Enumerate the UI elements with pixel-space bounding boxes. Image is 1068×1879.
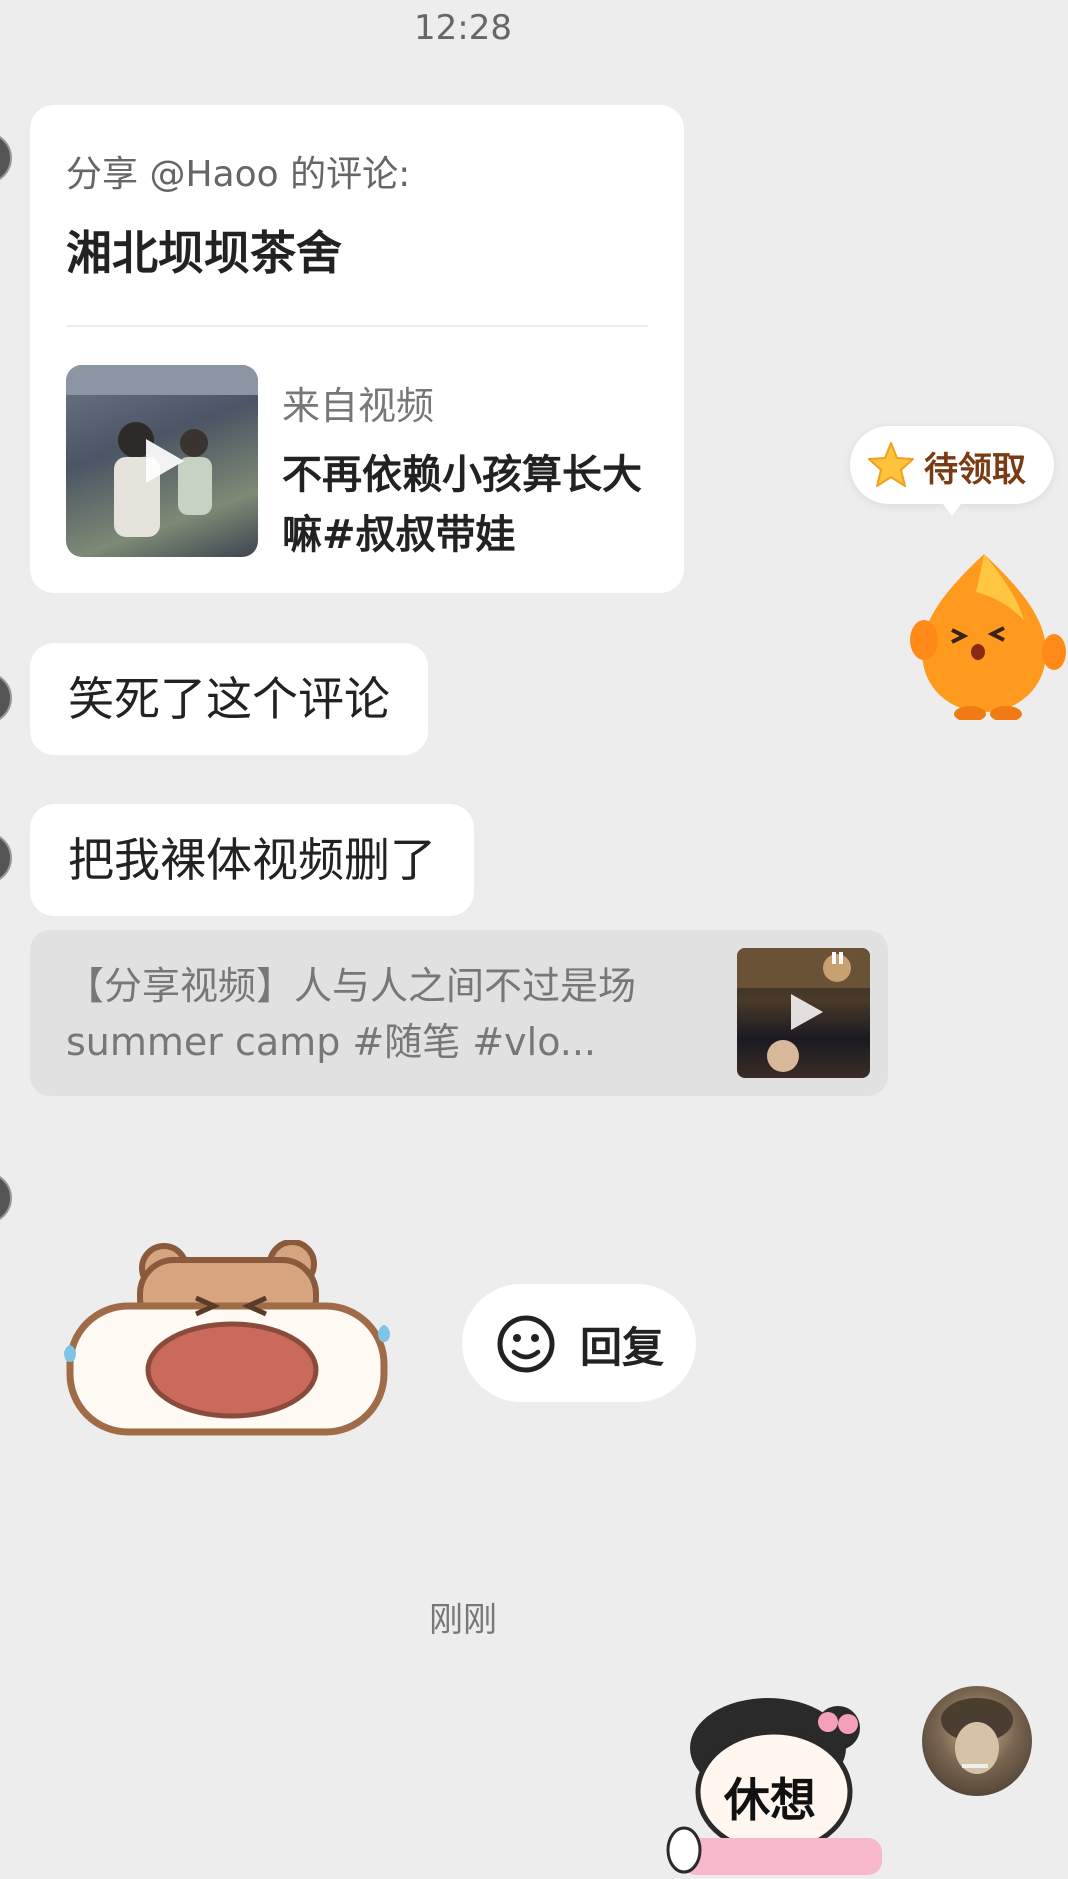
video-thumbnail[interactable] (66, 365, 258, 557)
self-avatar-art (941, 1698, 1013, 1774)
reply-button[interactable]: 回复 (462, 1284, 696, 1402)
status-time: 12:28 (414, 8, 512, 48)
orange-mascot-art (910, 554, 1066, 722)
message-bubble[interactable]: 笑死了这个评论 (30, 643, 428, 755)
crying-bear-art (64, 1239, 390, 1436)
video-source-label: 来自视频 (282, 384, 435, 428)
contact-avatar[interactable] (0, 832, 12, 884)
video-title: 不再依赖小孩算长大嘛#叔叔带娃 (282, 452, 642, 558)
share-card-title: 分享 @Haoo 的评论: (66, 154, 411, 195)
reply-label: 回复 (580, 1323, 665, 1372)
self-avatar[interactable] (922, 1686, 1032, 1796)
contact-avatar[interactable] (0, 1172, 12, 1224)
orange-mascot[interactable] (900, 548, 1068, 722)
play-icon (146, 439, 184, 483)
contact-avatar[interactable] (0, 132, 12, 184)
pill-pointer (940, 500, 964, 516)
sent-sticker[interactable]: 休想 (662, 1688, 904, 1875)
message-bubble[interactable]: 把我裸体视频删了 (30, 804, 474, 916)
star-icon (868, 442, 914, 487)
smiley-face-icon (497, 1315, 555, 1373)
link-card-text: 【分享视频】人与人之间不过是场 summer camp #随笔 #vlo... (66, 964, 637, 1064)
shared-comment-text: 湘北坝坝茶舍 (66, 226, 342, 280)
sticker-text: 休想 (724, 1773, 816, 1827)
message-time-divider: 刚刚 (429, 1600, 497, 1640)
claim-reward-pill[interactable]: 待领取 (850, 426, 1054, 504)
shared-video-link-card[interactable]: 【分享视频】人与人之间不过是场 summer camp #随笔 #vlo... (30, 930, 888, 1096)
play-icon (791, 994, 823, 1030)
divider (66, 325, 648, 327)
link-video-thumbnail[interactable] (737, 948, 870, 1078)
crying-bear-sticker[interactable] (56, 1239, 396, 1440)
shared-comment-card[interactable]: 分享 @Haoo 的评论: 湘北坝坝茶舍 来自视频 不再依赖小孩算长大嘛#叔叔带… (30, 105, 684, 593)
claim-reward-label: 待领取 (924, 450, 1026, 490)
contact-avatar[interactable] (0, 672, 12, 724)
